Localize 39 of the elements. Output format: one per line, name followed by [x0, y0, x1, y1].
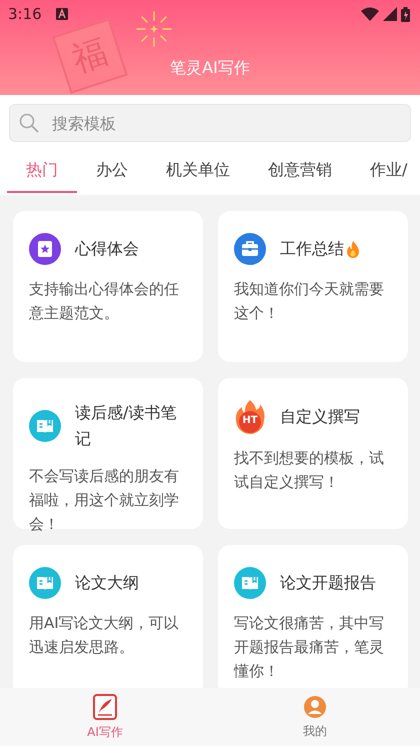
category-tab[interactable]: 创意营销: [249, 156, 351, 193]
app-title: 笔灵AI写作: [169, 58, 251, 79]
category-tab[interactable]: 机关单位: [147, 156, 249, 193]
star-document-icon: [29, 233, 61, 265]
notification-icon: [56, 8, 68, 20]
nav-tab[interactable]: 我的: [210, 688, 420, 746]
profile-icon: [303, 694, 327, 718]
toolbox-icon: [234, 233, 266, 265]
category-tab[interactable]: 作业/: [351, 156, 420, 193]
template-card[interactable]: 论文开题报告 写论文很痛苦，其中写开题报告最痛苦，笔灵懂你！: [218, 545, 408, 688]
book-icon: [234, 567, 266, 599]
wifi-icon: [361, 7, 379, 21]
search-icon: [19, 113, 39, 133]
template-card[interactable]: 论文大纲 用AI写论文大纲，可以迅速启发思路。: [13, 545, 203, 688]
template-card[interactable]: 读后感/读书笔记 不会写读后感的朋友有福啦，用这个就立刻学会！: [13, 378, 203, 529]
card-title: 论文大纲: [75, 572, 139, 594]
card-title: 工作总结: [280, 238, 344, 260]
search-field[interactable]: 搜索模板: [9, 104, 411, 142]
signal-icon: [383, 7, 397, 21]
card-description: 支持输出心得体会的任意主题范文。: [29, 279, 180, 324]
template-card[interactable]: 心得体会 支持输出心得体会的任意主题范文。: [13, 211, 203, 362]
battery-icon: [401, 6, 410, 22]
card-description: 写论文很痛苦，其中写开题报告最痛苦，笔灵懂你！: [234, 613, 385, 682]
template-card[interactable]: HT 自定义撰写 找不到想要的模板，试试自定义撰写！: [218, 378, 408, 529]
card-title: 论文开题报告: [280, 572, 376, 594]
template-card[interactable]: 工作总结 我知道你们今天就需要这个！: [218, 211, 408, 362]
card-title: 心得体会: [75, 238, 139, 260]
status-time: 3:16: [8, 5, 42, 23]
card-description: 用AI写论文大纲，可以迅速启发思路。: [29, 613, 180, 658]
card-title: 读后感/读书笔记: [75, 402, 178, 450]
card-description: 找不到想要的模板，试试自定义撰写！: [234, 448, 385, 493]
card-description: 我知道你们今天就需要这个！: [234, 279, 385, 324]
quill-book-icon: [93, 694, 117, 720]
flame-logo-icon: HT: [234, 400, 266, 434]
book-icon: [29, 410, 61, 442]
card-title: 自定义撰写: [280, 406, 360, 428]
category-tab[interactable]: 办公: [77, 156, 147, 193]
book-icon: [29, 567, 61, 599]
firework-drawing: [135, 10, 173, 48]
